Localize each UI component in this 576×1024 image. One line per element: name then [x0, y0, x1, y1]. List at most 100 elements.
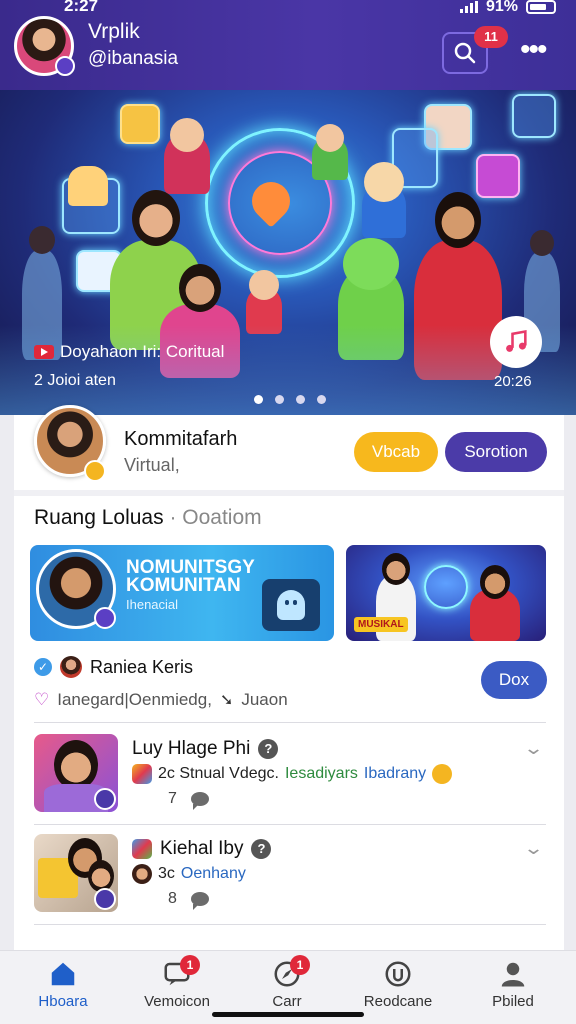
carousel-dot[interactable] [296, 395, 305, 404]
post-meta-extra: Juaon [241, 690, 288, 709]
carousel-dot[interactable] [254, 395, 263, 404]
post-action-button[interactable]: Dox [481, 661, 547, 699]
divider [34, 722, 546, 723]
music-button[interactable] [490, 316, 542, 368]
community-name: Kommitafarh [124, 428, 238, 450]
community-badge-icon [84, 460, 106, 482]
notification-badge[interactable]: 11 [474, 26, 508, 48]
list-item-badge-icon [94, 788, 116, 810]
home-icon [48, 959, 78, 989]
post-author: Raniea Keris [90, 656, 194, 677]
nav-label: Hboara [38, 993, 88, 1010]
cloud-tile-icon [476, 154, 520, 198]
nav-profile[interactable]: Pbiled [458, 959, 568, 1010]
carousel-dot[interactable] [317, 395, 326, 404]
video-play-icon [34, 345, 54, 359]
avatar-status-icon [55, 56, 75, 76]
battery-percent: 91% [485, 0, 518, 15]
comment-count: 8 [168, 890, 177, 907]
comment-count: 7 [168, 790, 177, 807]
featured-event-card[interactable]: MUSIKAL [346, 545, 546, 641]
explore-icon: 1 [272, 955, 310, 989]
app-icon [132, 839, 152, 859]
comment-icon [190, 792, 209, 810]
comment-icon [190, 892, 209, 910]
search-icon [454, 42, 476, 64]
profile-icon [498, 959, 528, 989]
nav-label: Vemoicon [144, 993, 210, 1010]
chevron-down-icon[interactable]: ⌄ [523, 838, 544, 859]
banner-title-text: Doyahaon Iri: Coritual [60, 342, 225, 361]
nav-home[interactable]: Hboara [8, 959, 118, 1010]
featured-badge-icon [94, 607, 116, 629]
heart-icon: ♡ [34, 690, 50, 709]
community-type: Virtual, [124, 455, 180, 475]
post-author-row[interactable]: ✓ Raniea Keris [34, 656, 193, 678]
community-primary-button[interactable]: Vbcab [354, 432, 438, 472]
home-indicator[interactable] [212, 1012, 364, 1017]
section-title-extra: · Ooatiom [169, 506, 262, 529]
cartoon-character [164, 118, 210, 194]
list-item-comments[interactable]: 7 [168, 790, 209, 810]
list-item-sub-text: 2c Stnual Vdegc. [158, 765, 279, 782]
featured-title-line2: KOMUNITAN [126, 575, 241, 596]
nav-badge: 1 [290, 955, 310, 975]
section-divider [14, 490, 564, 496]
arrow-icon: ➘ [219, 692, 234, 709]
neon-ring [424, 565, 468, 609]
avatar [132, 864, 152, 884]
music-note-icon [506, 329, 527, 352]
list-item-thumbnail[interactable] [34, 834, 118, 912]
list-item-comments[interactable]: 8 [168, 890, 209, 910]
section-title-text: Ruang Loluas [34, 506, 164, 529]
carousel-dot[interactable] [275, 395, 284, 404]
shield-icon [383, 959, 413, 989]
battery-icon [526, 0, 556, 14]
featured-caption: Ihenacial [126, 597, 179, 612]
tile-icon [120, 104, 160, 144]
cartoon-character [312, 124, 348, 180]
featured-community-card[interactable]: NOMUNITSGY KOMUNITAN Ihenacial [30, 545, 334, 641]
nav-label: Reodcane [363, 993, 433, 1010]
person-figure [470, 565, 520, 641]
divider [34, 824, 546, 825]
profile-name: Vrplik [88, 20, 140, 43]
list-item-subtitle: 2c Stnual Vdegc. Iesadiyars Ibadrany [132, 764, 453, 784]
more-options-button[interactable]: ••• [520, 35, 547, 65]
post-meta-row: ♡ Ianegard|Oenmiedg, ➘ Juaon [34, 690, 288, 710]
event-tag: MUSIKAL [354, 617, 408, 632]
list-item-sub-text: 3c [158, 865, 175, 882]
ghost-icon [262, 579, 320, 631]
list-item-thumbnail[interactable] [34, 734, 118, 812]
banner-year: 20:26 [494, 373, 532, 390]
app-icon [132, 764, 152, 784]
nav-badge: 1 [180, 955, 200, 975]
list-item-title-text: Luy Hlage Phi [132, 738, 251, 759]
info-icon[interactable]: ? [251, 839, 272, 859]
community-secondary-button[interactable]: Sorotion [445, 432, 547, 472]
list-item-title[interactable]: Luy Hlage Phi ? [132, 738, 279, 760]
nav-messages[interactable]: 1 Vemoicon [122, 955, 232, 1010]
divider [34, 924, 546, 925]
info-icon[interactable]: ? [258, 739, 279, 759]
hero-banner[interactable]: Doyahaon Iri: Coritual 2 Joioi aten 20:2… [0, 90, 576, 415]
list-item-sub-blue: Ibadrany [363, 765, 427, 782]
emoji-icon [432, 764, 453, 784]
list-item-sub-blue: Oenhany [180, 865, 246, 882]
nav-shield[interactable]: Reodcane [343, 959, 453, 1010]
cartoon-character [362, 162, 406, 238]
nav-explore[interactable]: 1 Carr [232, 955, 342, 1010]
verified-icon: ✓ [34, 658, 52, 676]
profile-handle: @ibanasia [88, 48, 179, 69]
list-item-subtitle: 3c Oenhany [132, 864, 246, 884]
list-item-sub-green: Iesadiyars [284, 765, 358, 782]
list-item-title[interactable]: Kiehal Iby ? [132, 838, 272, 860]
status-time: 2:27 [64, 0, 99, 15]
carousel-dots[interactable] [254, 395, 326, 404]
status-indicators: 91% [459, 0, 556, 16]
chevron-down-icon[interactable]: ⌄ [523, 738, 544, 759]
list-item-title-text: Kiehal Iby [160, 838, 244, 859]
app-header: 2:27 91% Vrplik @ibanasia 11 ••• [0, 0, 576, 90]
post-meta: Ianegard|Oenmiedg, [57, 690, 212, 709]
list-item-badge-icon [94, 888, 116, 910]
